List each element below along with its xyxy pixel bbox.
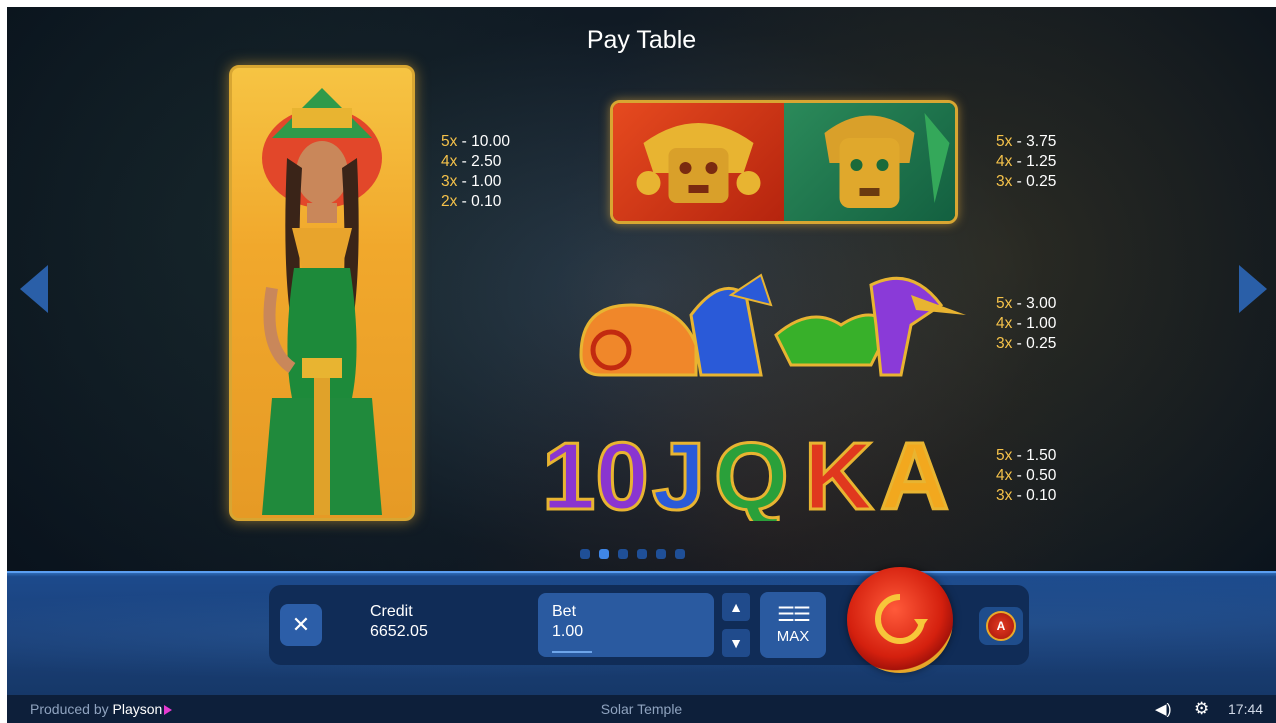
max-bet-button[interactable]: ☰☰ MAX — [760, 592, 826, 658]
arrow-down-icon: ▼ — [729, 635, 743, 651]
pagination-dots — [580, 549, 685, 559]
royal-letter-10: 10 — [542, 423, 649, 521]
pay-row: 4x - 2.50 — [441, 153, 502, 170]
royals-symbol: 10 J Q K A — [542, 422, 951, 522]
page-dot[interactable] — [675, 549, 685, 559]
coins-icon: ☰☰ — [777, 604, 811, 626]
pay-row: 3x - 0.25 — [996, 335, 1057, 352]
bet-underline — [552, 651, 592, 653]
masks-symbol — [610, 100, 958, 224]
pay-row: 5x - 3.75 — [996, 133, 1057, 150]
page-dot[interactable] — [656, 549, 666, 559]
page-dot[interactable] — [599, 549, 609, 559]
autoplay-button[interactable]: A — [979, 607, 1023, 645]
max-label: MAX — [776, 628, 810, 645]
bet-value: 1.00 — [552, 623, 584, 640]
page-dot[interactable] — [618, 549, 628, 559]
pay-row: 4x - 0.50 — [996, 467, 1057, 484]
bet-decrease-button[interactable]: ▼ — [722, 629, 750, 657]
arrow-left-icon[interactable] — [20, 265, 48, 313]
pay-row: 5x - 3.00 — [996, 295, 1057, 312]
spin-icon — [875, 594, 928, 644]
page-title: Pay Table — [586, 26, 697, 54]
game-stage: Pay Table 5x - 10.00 4x - 2.50 3x - 1.00… — [7, 7, 1276, 723]
close-button[interactable]: ✕ — [280, 604, 322, 646]
autoplay-icon: A — [986, 611, 1016, 641]
page-dot[interactable] — [637, 549, 647, 559]
animals-symbol — [579, 273, 966, 377]
gear-icon[interactable]: ⚙ — [1194, 699, 1209, 719]
game-name: Solar Temple — [600, 701, 683, 717]
pay-row: 4x - 1.25 — [996, 153, 1057, 170]
page-dot[interactable] — [580, 549, 590, 559]
pay-row: 5x - 1.50 — [996, 447, 1057, 464]
royals-paytable: 5x - 1.50 4x - 0.50 3x - 0.10 — [996, 446, 1056, 506]
credit-display: Credit 6652.05 — [370, 602, 428, 642]
royal-letter-k: K — [804, 423, 873, 521]
royal-letter-a: A — [880, 423, 949, 521]
clock: 17:44 — [1228, 701, 1264, 717]
bet-label: Bet — [552, 603, 577, 620]
credit-label: Credit — [370, 603, 413, 620]
green-mask — [784, 103, 955, 221]
queen-illustration — [262, 88, 382, 515]
pay-row: 3x - 0.10 — [996, 487, 1057, 504]
queen-symbol — [229, 65, 415, 521]
masks-paytable: 5x - 3.75 4x - 1.25 3x - 0.25 — [996, 132, 1056, 192]
red-mask — [613, 103, 784, 221]
pay-row: 3x - 1.00 — [441, 173, 502, 190]
footer-bar: Produced by Playson Solar Temple ◀) ⚙ 17… — [7, 695, 1276, 723]
royal-letter-j: J — [652, 423, 705, 521]
close-icon: ✕ — [291, 612, 311, 637]
pay-row: 2x - 0.10 — [441, 193, 502, 210]
pay-row: 3x - 0.25 — [996, 173, 1057, 190]
credit-value: 6652.05 — [370, 623, 428, 640]
royal-letter-q: Q — [714, 423, 789, 521]
queen-paytable: 5x - 10.00 4x - 2.50 3x - 1.00 2x - 0.10 — [441, 132, 510, 212]
pay-row: 4x - 1.00 — [996, 315, 1057, 332]
bet-display: Bet 1.00 — [538, 593, 714, 657]
sound-icon[interactable]: ◀) — [1155, 700, 1172, 718]
animals-paytable: 5x - 3.00 4x - 1.00 3x - 0.25 — [996, 294, 1056, 354]
spin-button[interactable] — [847, 567, 953, 673]
arrow-up-icon: ▲ — [729, 599, 743, 615]
bet-increase-button[interactable]: ▲ — [722, 593, 750, 621]
pay-row: 5x - 10.00 — [441, 133, 510, 150]
arrow-right-icon[interactable] — [1239, 265, 1267, 313]
